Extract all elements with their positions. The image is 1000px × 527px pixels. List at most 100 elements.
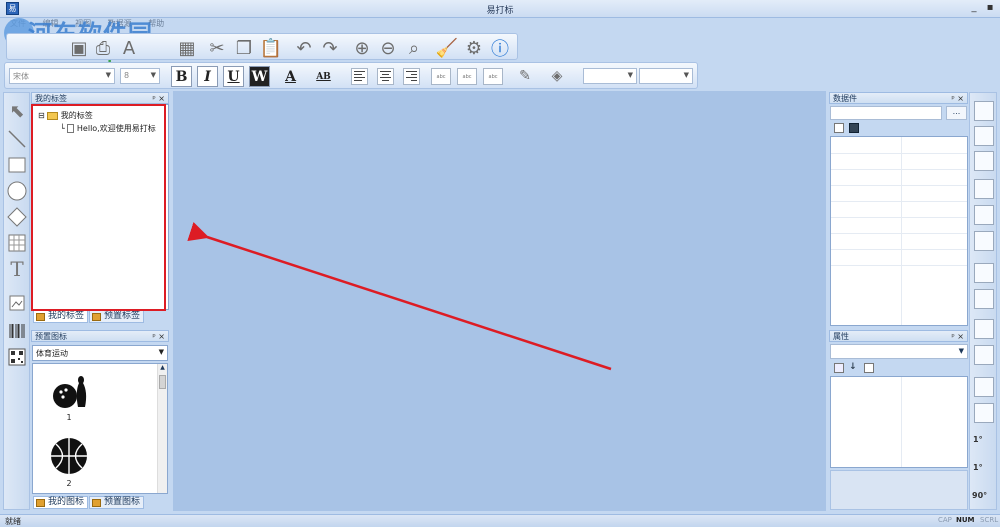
undo-icon[interactable]: ↶ [292, 36, 316, 60]
main-toolbar: ▣ ⎙ A ▦ ✂ ❐ 📋 ↶ ↷ ⊕ ⊖ ⌕ 🧹 ⚙ ⓘ [6, 33, 518, 60]
pane-controls[interactable]: ᵖ × [152, 93, 165, 104]
font-size-select[interactable]: 8 ▼ [120, 68, 160, 84]
pane-controls[interactable]: ᵖ × [951, 93, 964, 104]
data-grid[interactable] [830, 136, 968, 326]
text-tool-icon[interactable]: T [6, 257, 28, 281]
same-width-icon[interactable] [974, 319, 994, 339]
align-right-edge-icon[interactable] [974, 231, 994, 251]
categorized-icon[interactable] [834, 363, 844, 373]
font-family-select[interactable]: 宋体 ▼ [9, 68, 115, 84]
text-layout-icon-1[interactable]: abc [431, 68, 451, 85]
underline-button[interactable]: U [223, 66, 244, 87]
close-button[interactable]: ▪ [984, 2, 996, 14]
align-left-edge-icon[interactable] [974, 179, 994, 199]
property-pages-icon[interactable] [864, 363, 874, 373]
icon-list-scrollbar[interactable]: ▲ [157, 364, 167, 493]
font-color-button[interactable]: A [280, 66, 301, 87]
chevron-down-icon: ▼ [683, 71, 689, 79]
copy-icon[interactable]: ❐ [232, 36, 256, 60]
grid-icon[interactable]: ▦ [175, 36, 199, 60]
align-top-icon[interactable] [974, 101, 994, 121]
wordart-button[interactable]: W [249, 66, 270, 87]
distribute-vertical-icon[interactable] [974, 289, 994, 309]
same-size-icon[interactable] [974, 377, 994, 397]
icon-category-select[interactable]: 体育运动 ▼ [32, 345, 168, 361]
align-bottom-icon[interactable] [974, 151, 994, 171]
icon-caption: 2 [66, 479, 72, 488]
clear-icon[interactable]: 🧹 [435, 36, 459, 60]
align-center-icon[interactable] [377, 68, 394, 85]
save-data-icon[interactable] [849, 123, 859, 133]
tab-label: 我的图标 [48, 497, 85, 507]
diamond-tool-icon[interactable] [6, 205, 28, 229]
fill-color-icon[interactable]: ◈ [545, 64, 569, 88]
text-layout-icon-3[interactable]: abc [483, 68, 503, 85]
grid-line [831, 233, 967, 234]
chevron-down-icon: ▼ [150, 71, 156, 79]
align-middle-icon[interactable] [974, 126, 994, 146]
zoom-in-icon[interactable]: ⊕ [350, 36, 374, 60]
info-icon[interactable]: ⓘ [488, 36, 512, 60]
line-color-icon[interactable]: ✎ [513, 64, 537, 88]
highlight-box [31, 104, 166, 311]
rotate-right-button[interactable]: 1° [973, 463, 983, 472]
redo-icon[interactable]: ↷ [318, 36, 342, 60]
grid-line [831, 249, 967, 250]
design-canvas[interactable] [173, 91, 826, 511]
pane-controls[interactable]: ᵖ × [951, 331, 964, 342]
new-data-icon[interactable] [834, 123, 844, 133]
barcode-tool-icon[interactable] [6, 319, 28, 343]
text-icon[interactable]: A [117, 36, 141, 60]
icon-caption: 1 [66, 413, 72, 422]
data-source-field[interactable] [830, 106, 942, 120]
rectangle-tool-icon[interactable] [6, 153, 28, 177]
align-right-icon[interactable] [403, 68, 420, 85]
paste-icon[interactable]: 📋 [259, 36, 283, 60]
table-tool-icon[interactable] [6, 231, 28, 255]
zoom-fit-icon[interactable]: ⌕ [402, 36, 426, 60]
chevron-down-icon: ▼ [958, 347, 964, 355]
image-tool-icon[interactable] [6, 291, 28, 315]
text-layout-icon-2[interactable]: abc [457, 68, 477, 85]
icon-item[interactable]: 2 [49, 436, 89, 488]
sort-az-icon[interactable]: ↓ [849, 362, 857, 372]
zoom-out-icon[interactable]: ⊖ [376, 36, 400, 60]
property-grid[interactable] [830, 376, 968, 468]
settings-icon[interactable]: ⚙ [462, 36, 486, 60]
same-height-icon[interactable] [974, 345, 994, 365]
align-left-icon[interactable] [351, 68, 368, 85]
pane-controls[interactable]: ᵖ × [152, 331, 165, 342]
pointer-icon[interactable]: ⬉ [6, 99, 28, 123]
italic-button[interactable]: I [197, 66, 218, 87]
object-select[interactable]: ▼ [830, 344, 968, 359]
scroll-thumb[interactable] [159, 375, 166, 389]
highlight-button[interactable]: AB [313, 66, 334, 87]
tab-icon [92, 313, 101, 321]
qrcode-tool-icon[interactable] [6, 345, 28, 369]
chevron-down-icon: ▼ [627, 71, 633, 79]
tab-my-labels[interactable]: 我的标签 [33, 310, 89, 323]
tab-preset-icons[interactable]: 预置图标 [89, 496, 145, 509]
tab-preset-labels[interactable]: 预置标签 [89, 310, 145, 323]
rotate-90-button[interactable]: 90° [972, 491, 987, 500]
align-center-edge-icon[interactable] [974, 205, 994, 225]
scroll-up-icon[interactable]: ▲ [158, 364, 167, 374]
ellipse-tool-icon[interactable] [6, 179, 28, 203]
status-bar: 就绪 CAP NUM SCRL [0, 514, 1000, 527]
annotation-arrow [187, 222, 612, 371]
icon-item[interactable]: 1 [49, 372, 89, 422]
cut-icon[interactable]: ✂ [205, 36, 229, 60]
rotate-left-button[interactable]: 1° [973, 435, 983, 444]
minimize-button[interactable]: _ [968, 2, 980, 14]
distribute-horizontal-icon[interactable] [974, 263, 994, 283]
line-tool-icon[interactable] [6, 127, 28, 151]
tab-my-icons[interactable]: 我的图标 [33, 496, 89, 509]
grid-divider [901, 377, 902, 467]
browse-button[interactable]: ... [946, 106, 967, 120]
line-width-select[interactable]: ▼ [639, 68, 693, 84]
center-page-icon[interactable] [974, 403, 994, 423]
print-icon[interactable]: ⎙ [91, 36, 115, 60]
save-icon[interactable]: ▣ [67, 36, 91, 60]
bold-button[interactable]: B [171, 66, 192, 87]
line-style-select[interactable]: ▼ [583, 68, 637, 84]
